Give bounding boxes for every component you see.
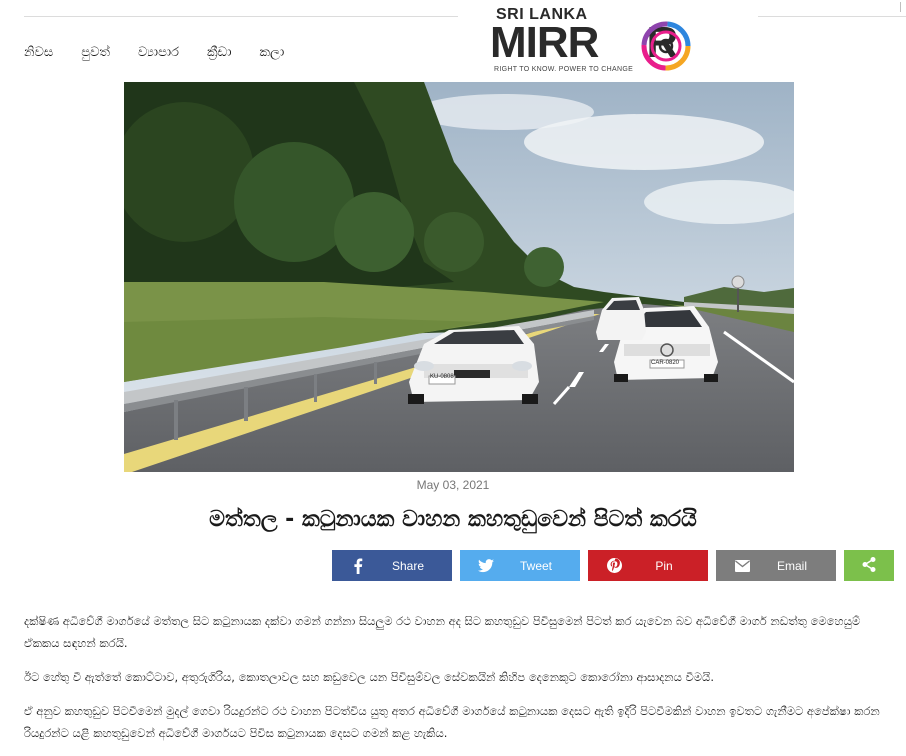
logo-ring-icon (641, 21, 691, 71)
article-paragraph: ඊට හේතු වී ඇත්තේ කොට්ටාව, අතුරුගිරිය, කො… (24, 670, 714, 684)
facebook-share-button[interactable]: Share (332, 550, 452, 581)
facebook-share-label: Share (391, 558, 425, 573)
hero-image-illustration (124, 82, 794, 472)
site-logo[interactable]: SRI LANKA MIRR R RIGHT TO KNOW. POWER TO … (490, 4, 730, 76)
main-nav: නිවස පුවත් ව්‍යාපාර ක්‍රීඩා කලා (24, 45, 312, 60)
plate-right: CAR-0820 (651, 360, 680, 366)
facebook-icon (332, 558, 384, 574)
nav-item-arts[interactable]: කලා (259, 45, 284, 60)
share-icon (862, 556, 876, 575)
nav-item-business[interactable]: ව්‍යාපාර (138, 45, 179, 60)
pinterest-share-label: Pin (655, 558, 673, 573)
header-divider-right (758, 16, 906, 17)
article-title: මත්තල - කටුනායක වාහන කහතුඩුවෙන් පිටත් කර… (209, 507, 697, 532)
plate-left: KU-0808 (430, 374, 454, 380)
header-divider-tick (900, 2, 901, 12)
email-icon (716, 559, 768, 572)
logo-tagline: RIGHT TO KNOW. POWER TO CHANGE (494, 66, 634, 73)
email-share-button[interactable]: Email (716, 550, 836, 581)
twitter-share-button[interactable]: Tweet (460, 550, 580, 581)
hero-image (124, 82, 794, 472)
twitter-icon (460, 558, 512, 573)
header-divider-left (24, 16, 458, 17)
page: නිවස පුවත් ව්‍යාපාර ක්‍රීඩා කලා SRI LANK… (0, 0, 906, 756)
email-share-label: Email (776, 558, 807, 573)
nav-item-sports[interactable]: ක්‍රීඩා (207, 45, 231, 60)
pinterest-icon (588, 558, 640, 573)
article-paragraph: ඒ අනුව කහතුඩුව පිටවීමෙන් මුදල් ගෙවා රියද… (24, 704, 880, 740)
twitter-share-label: Tweet (519, 558, 552, 573)
article-date: May 03, 2021 (416, 478, 490, 492)
nav-item-home[interactable]: නිවස (24, 45, 53, 60)
nav-item-news[interactable]: පුවත් (81, 45, 110, 60)
article-paragraph: දක්ෂිණ අධිවේගී මාර්ගයේ මත්තල සිට කටුනායක… (24, 614, 861, 650)
article-body: දක්ෂිණ අධිවේගී මාර්ගයේ මත්තල සිට කටුනායක… (24, 610, 886, 756)
more-share-button[interactable] (844, 550, 894, 581)
pinterest-share-button[interactable]: Pin (588, 550, 708, 581)
